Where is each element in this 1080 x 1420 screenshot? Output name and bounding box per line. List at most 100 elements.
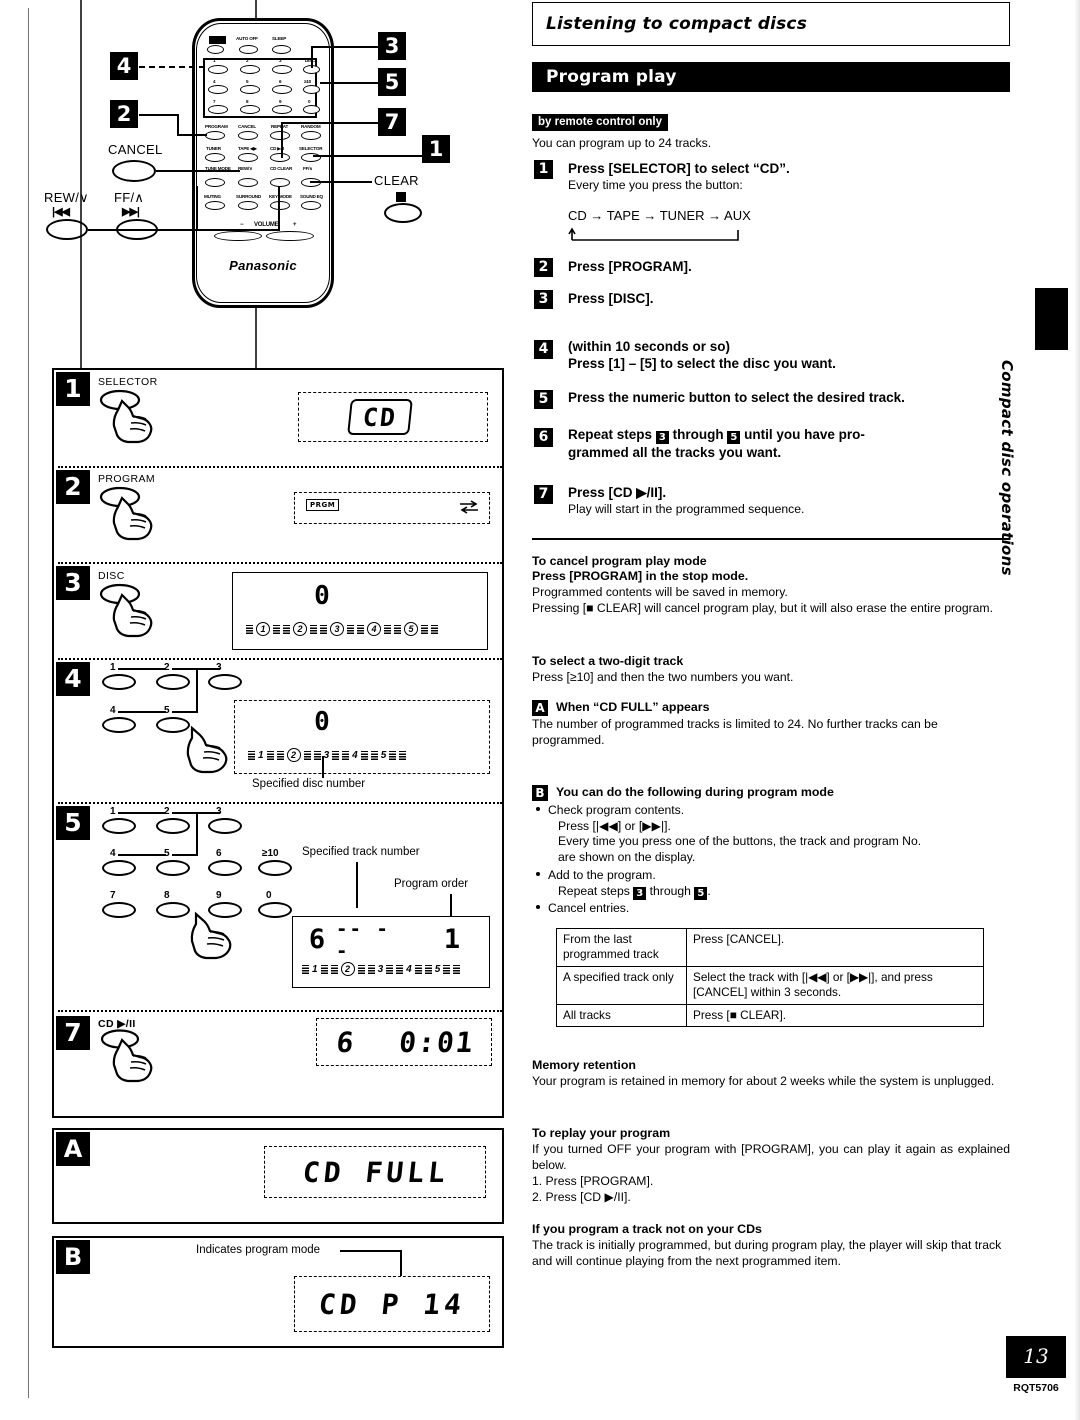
- remote-key-label-tuner: TUNER: [206, 146, 221, 151]
- section-title-bar: Program play: [532, 62, 1010, 92]
- brand-logo: Panasonic: [229, 258, 297, 273]
- diagram5-oval-1[interactable]: [102, 818, 136, 834]
- page-number-box: 13: [1006, 1336, 1066, 1378]
- remote-key-sleep[interactable]: [272, 45, 291, 54]
- panel-a: A CD FULL: [52, 1128, 504, 1224]
- volume-plus-label: +: [293, 222, 297, 228]
- remote-only-tag: by remote control only: [532, 114, 668, 131]
- table-cell-left-1: From the last programmed track: [556, 928, 687, 967]
- remote-key-gte10[interactable]: [303, 85, 320, 94]
- display-frame-4: [234, 700, 490, 774]
- remote-key-volume-down[interactable]: [214, 231, 262, 241]
- step-sub-7: Play will start in the programmed sequen…: [568, 502, 805, 516]
- diagram-oval-1[interactable]: [102, 674, 136, 690]
- chapter-title: Listening to compact discs: [546, 14, 808, 34]
- remote-key-tape[interactable]: [238, 153, 258, 162]
- note-notrack-title: If you program a track not on your CDs: [532, 1222, 762, 1236]
- diagram-badge-1: 1: [56, 372, 90, 406]
- bullet2-ref-3: 3: [633, 886, 647, 900]
- remote-key-muting[interactable]: [205, 201, 225, 210]
- note-cancel-line1: Programmed contents will be saved in mem…: [532, 585, 788, 599]
- note-replay-title: To replay your program: [532, 1126, 671, 1140]
- stop-square-icon: [396, 192, 406, 202]
- callout-2-leader-h2: [177, 134, 207, 136]
- lcd-program-order-5: 1: [443, 923, 463, 955]
- remote-key-label-gte10: ≥10: [304, 79, 312, 84]
- volume-minus-label: −: [240, 222, 244, 228]
- remote-key-rew[interactable]: [238, 178, 258, 187]
- diagram5-oval-6[interactable]: [208, 860, 242, 876]
- diagram5-oval-gte10[interactable]: [258, 860, 292, 876]
- disc5-indicator-2: 2: [340, 962, 355, 976]
- remote-key-8[interactable]: [240, 105, 260, 114]
- remote-key-2[interactable]: [240, 65, 260, 74]
- remote-key-1[interactable]: [208, 65, 228, 74]
- note-cancel-line2: Pressing [■ CLEAR] will cancel program p…: [532, 601, 993, 615]
- remote-key-key-mode[interactable]: [270, 201, 290, 210]
- diagram-oval-3[interactable]: [208, 674, 242, 690]
- diagram5-oval-5[interactable]: [156, 860, 190, 876]
- remote-key-label-repeat: REPEAT: [271, 124, 289, 129]
- remote-key-cancel[interactable]: [238, 131, 258, 140]
- ext-button-cancel[interactable]: [112, 160, 156, 182]
- diagram-badge-4: 4: [56, 662, 90, 696]
- remote-key-label-program: PROGRAM: [205, 124, 228, 129]
- remote-key-5[interactable]: [240, 85, 260, 94]
- callout-1: 1: [422, 135, 450, 163]
- repeat-arrow-icon: [460, 500, 478, 514]
- diagram5-oval-3[interactable]: [208, 818, 242, 834]
- remote-key-label-4: 4: [213, 79, 216, 84]
- diagram5-oval-7[interactable]: [102, 902, 136, 918]
- lcd-dashes-5: -- --: [336, 918, 390, 962]
- remote-key-surround[interactable]: [238, 201, 258, 210]
- disc-indicator-4-3: 3: [323, 749, 330, 761]
- lcd-track-number-7: 6: [334, 1025, 358, 1059]
- remote-key-4[interactable]: [208, 85, 228, 94]
- diagram5-oval-4[interactable]: [102, 860, 136, 876]
- callout-4: 4: [110, 52, 138, 80]
- remote-key-repeat[interactable]: [270, 131, 290, 140]
- diagram-badge-2: 2: [56, 470, 90, 504]
- remote-key-3[interactable]: [272, 65, 292, 74]
- remote-key-7[interactable]: [208, 105, 228, 114]
- note-memory-title: Memory retention: [532, 1058, 636, 1072]
- remote-key-tune-mode[interactable]: [205, 178, 225, 187]
- scan-edge-shadow: [1074, 0, 1080, 1420]
- ext-button-clear[interactable]: [384, 203, 422, 223]
- step-heading-3: Press [DISC].: [568, 291, 654, 306]
- bullet2-text-c: .: [707, 883, 711, 898]
- remote-key-sound-eq[interactable]: [301, 201, 321, 210]
- remote-key-power[interactable]: [207, 45, 224, 54]
- callout-4-leader: [139, 66, 205, 68]
- disc-indicator-row-5: 1 2 3 4 5: [302, 962, 461, 976]
- lcd-cd-full: CD FULL: [301, 1155, 451, 1189]
- remote-key-9[interactable]: [272, 105, 292, 114]
- ext-label-ff: FF/∧: [114, 190, 145, 205]
- remote-key-volume-up[interactable]: [266, 231, 314, 241]
- note-a-badge: A: [532, 700, 548, 716]
- remote-key-random[interactable]: [301, 131, 321, 140]
- step-heading-1: Press [SELECTOR] to select “CD”.: [568, 161, 790, 176]
- disc5-indicator-5: 5: [434, 963, 441, 975]
- remote-key-6[interactable]: [272, 85, 292, 94]
- remote-key-cd-play[interactable]: [270, 153, 290, 162]
- remote-key-program[interactable]: [205, 131, 225, 140]
- diagram5-oval-2[interactable]: [156, 818, 190, 834]
- lcd-disc-number-3: 0: [314, 581, 332, 611]
- remote-key-0[interactable]: [303, 105, 320, 114]
- bullet2-line1: Add to the program.: [548, 868, 656, 882]
- diagram-oval-4[interactable]: [102, 717, 136, 733]
- disc-indicator-4-2: 2: [286, 748, 301, 762]
- diagram5-oval-8[interactable]: [156, 902, 190, 918]
- step-number-2: 2: [534, 258, 553, 277]
- remote-key-cd-clear[interactable]: [270, 178, 290, 187]
- step-heading-5: Press the numeric button to select the d…: [568, 390, 905, 405]
- diagram-oval-2[interactable]: [156, 674, 190, 690]
- ext-button-rew[interactable]: [46, 219, 88, 240]
- bullet1-line1: Check program contents.: [548, 803, 685, 817]
- diagram5-oval-0[interactable]: [258, 902, 292, 918]
- remote-key-tuner[interactable]: [205, 153, 225, 162]
- section-intro: You can program up to 24 tracks.: [532, 136, 712, 150]
- remote-key-autooff[interactable]: [239, 45, 258, 54]
- bullet3-line1: Cancel entries.: [548, 901, 630, 915]
